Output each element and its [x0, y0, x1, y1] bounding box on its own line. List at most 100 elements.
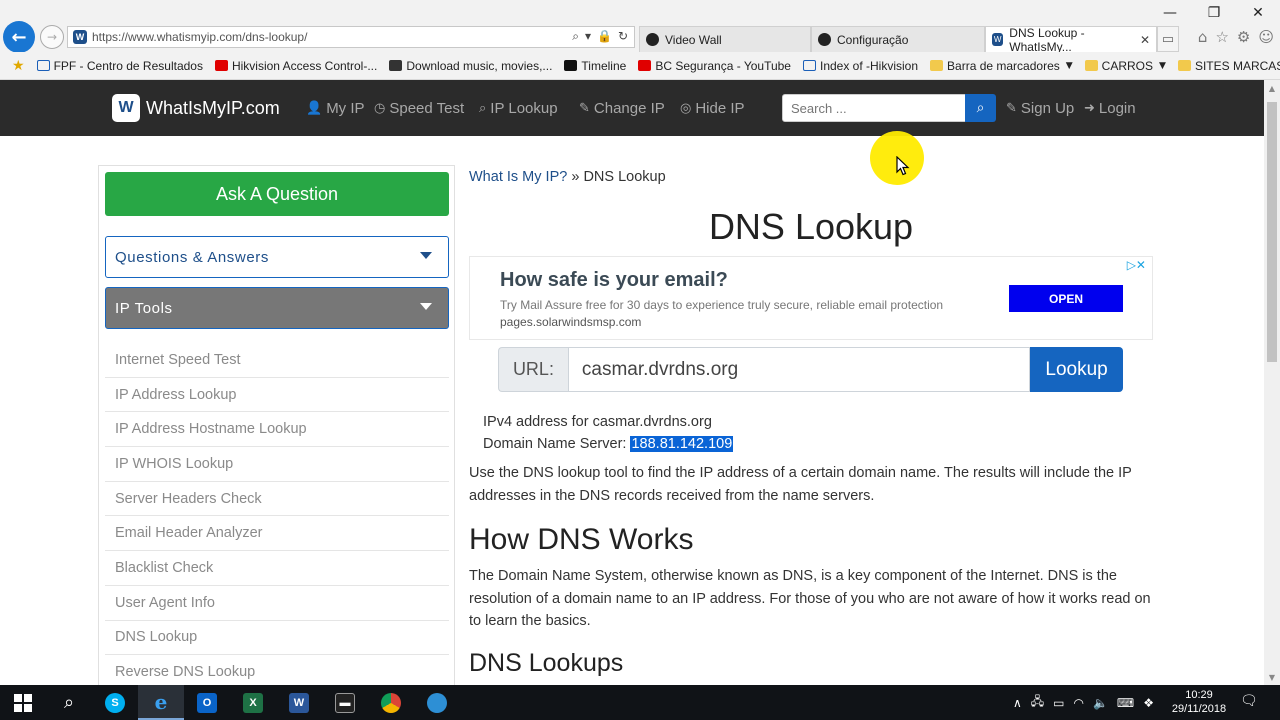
taskbar-search-button[interactable]: ⌕	[46, 685, 92, 720]
back-button[interactable]: ←	[3, 21, 35, 53]
taskbar-globe-app[interactable]	[414, 685, 460, 720]
bookmark-download-music[interactable]: Download music, movies,...	[389, 59, 552, 73]
star-icon[interactable]: ☆	[1215, 28, 1228, 46]
tab-label: Configuração	[837, 32, 909, 47]
url-input[interactable]	[567, 347, 1031, 392]
breadcrumb-home-link[interactable]: What Is My IP?	[469, 169, 567, 185]
taskbar-skype[interactable]: S	[92, 685, 138, 720]
volume-icon[interactable]: 🔈	[1093, 696, 1108, 710]
dropbox-icon[interactable]: ❖	[1143, 696, 1154, 710]
address-bar[interactable]: W https://www. whatismyip.com/dns-lookup/…	[67, 26, 635, 48]
dns-lookup-form: URL: Lookup	[498, 347, 1123, 392]
taskbar-internet-explorer[interactable]: e	[138, 685, 184, 720]
tab-favicon-icon	[646, 33, 659, 46]
windows-taskbar: ⌕ S e O X W ▬ ∧ 🖧 ▭ ◠ 🔈 ⌨ ❖ 10:29 29/11/…	[0, 685, 1280, 720]
sign-in-icon: ➜	[1084, 101, 1095, 116]
arrow-left-icon: ←	[11, 26, 27, 48]
ip-tools-dropdown[interactable]: IP Tools	[105, 287, 449, 329]
lock-icon[interactable]: 🔒	[597, 29, 612, 44]
ad-choices-icon[interactable]: ▷✕	[1127, 258, 1146, 272]
site-logo[interactable]: W WhatIsMyIP.com	[112, 94, 280, 122]
close-window-icon[interactable]: ✕	[1236, 0, 1280, 26]
tool-link[interactable]: Email Header Analyzer	[105, 516, 449, 552]
tool-link[interactable]: Server Headers Check	[105, 482, 449, 517]
refresh-icon[interactable]: ↻	[618, 29, 628, 44]
ad-open-button[interactable]: OPEN	[1009, 285, 1123, 312]
globe-icon	[427, 692, 447, 713]
nav-my-ip[interactable]: 👤 My IP	[306, 100, 365, 117]
tool-link[interactable]: IP Address Hostname Lookup	[105, 412, 449, 448]
bookmark-folder-barra[interactable]: Barra de marcadores ▼	[930, 59, 1073, 73]
nav-change-ip[interactable]: ✎ Change IP	[579, 100, 665, 117]
new-tab-button[interactable]: ▭	[1157, 26, 1179, 52]
forward-button[interactable]: →	[40, 25, 64, 49]
tab-configuracao[interactable]: Configuração	[811, 26, 985, 52]
questions-answers-dropdown[interactable]: Questions & Answers	[105, 236, 449, 278]
bookmark-label: FPF - Centro de Resultados	[53, 58, 203, 73]
nav-login[interactable]: ➜ Login	[1084, 100, 1136, 117]
taskbar-word[interactable]: W	[276, 685, 322, 720]
bookmark-folder-carros[interactable]: CARROS ▼	[1084, 59, 1166, 73]
tool-link[interactable]: DNS Lookup	[105, 621, 449, 656]
scroll-down-icon[interactable]: ▼	[1264, 669, 1280, 685]
chevron-up-icon[interactable]: ∧	[1013, 696, 1022, 710]
nav-speed-test[interactable]: ◷ Speed Test	[374, 100, 464, 117]
tab-video-wall[interactable]: Video Wall	[639, 26, 811, 52]
heading-dns-lookups: DNS Lookups	[469, 649, 624, 677]
minimize-icon[interactable]: —	[1148, 0, 1192, 26]
nav-ip-lookup[interactable]: ⌕ IP Lookup	[479, 100, 558, 117]
bookmark-label: SITES MARCAS	[1194, 58, 1280, 73]
tool-link[interactable]: IP Address Lookup	[105, 378, 449, 413]
tab-dns-lookup[interactable]: W DNS Lookup - WhatIsMy... ✕	[985, 26, 1157, 54]
ask-question-button[interactable]: Ask A Question	[105, 172, 449, 216]
site-search-button[interactable]: ⌕	[965, 94, 996, 122]
taskbar-excel[interactable]: X	[230, 685, 276, 720]
scroll-thumb[interactable]	[1267, 102, 1277, 362]
wifi-icon[interactable]: ◠	[1073, 696, 1083, 710]
lookup-button[interactable]: Lookup	[1030, 347, 1123, 392]
tool-link[interactable]: User Agent Info	[105, 586, 449, 621]
ad-body: Try Mail Assure free for 30 days to expe…	[500, 297, 960, 331]
nav-hide-ip[interactable]: ◎ Hide IP	[680, 100, 745, 117]
site-search-input[interactable]	[782, 94, 966, 122]
bookmark-hikvision-access[interactable]: Hikvision Access Control-...	[214, 59, 377, 73]
bookmark-folder-sites-marcas[interactable]: SITES MARCAS▼	[1177, 58, 1280, 73]
taskbar-clock[interactable]: 10:29 29/11/2018	[1168, 688, 1230, 716]
dropdown-icon[interactable]: ▾	[585, 29, 591, 44]
favorites-star-icon[interactable]: ★	[12, 58, 25, 74]
taskbar-terminal[interactable]: ▬	[322, 685, 368, 720]
eye-slash-icon: ◎	[680, 101, 692, 116]
scroll-up-icon[interactable]: ▲	[1264, 80, 1280, 96]
home-icon[interactable]: ⌂	[1198, 28, 1208, 46]
tool-link[interactable]: Internet Speed Test	[105, 343, 449, 378]
taskbar-chrome[interactable]	[368, 685, 414, 720]
restore-icon[interactable]: ❐	[1192, 0, 1236, 26]
dropdown-label: Questions & Answers	[115, 248, 269, 266]
gear-icon[interactable]: ⚙	[1237, 28, 1250, 46]
result-ip-address[interactable]: 188.81.142.109	[630, 436, 734, 452]
taskbar-outlook[interactable]: O	[184, 685, 230, 720]
page-scrollbar[interactable]: ▲ ▼	[1264, 80, 1280, 685]
search-icon[interactable]: ⌕	[572, 29, 579, 44]
bookmark-fpf[interactable]: FPF - Centro de Resultados	[36, 58, 203, 73]
bookmark-index-hikvision[interactable]: Index of -Hikvision	[802, 58, 919, 73]
tool-link[interactable]: Blacklist Check	[105, 551, 449, 586]
tab-label: Video Wall	[665, 32, 722, 47]
bookmark-bc-seguranca[interactable]: BC Segurança - YouTube	[638, 59, 791, 73]
address-bar-icons: ⌕ ▾ 🔒 ↻	[572, 29, 628, 44]
start-button[interactable]	[0, 685, 46, 720]
nav-sign-up[interactable]: ✎ Sign Up	[1006, 100, 1074, 117]
youtube-icon	[638, 60, 652, 71]
network-icon[interactable]: 🖧	[1031, 692, 1044, 713]
close-tab-icon[interactable]: ✕	[1140, 33, 1150, 47]
tool-link[interactable]: IP WHOIS Lookup	[105, 447, 449, 482]
notifications-icon[interactable]: 🗨	[1240, 693, 1258, 709]
display-icon[interactable]: ▭	[1053, 696, 1064, 710]
keyboard-icon[interactable]: ⌨	[1117, 696, 1134, 710]
page-icon	[802, 60, 816, 71]
smiley-icon[interactable]: ☺	[1258, 28, 1274, 46]
ad-banner[interactable]: How safe is your email? Try Mail Assure …	[469, 256, 1153, 340]
bookmark-label: Index of -Hikvision	[819, 58, 919, 73]
bookmark-timeline[interactable]: Timeline	[564, 59, 626, 73]
sidebar: Ask A Question Questions & Answers IP To…	[98, 165, 455, 690]
